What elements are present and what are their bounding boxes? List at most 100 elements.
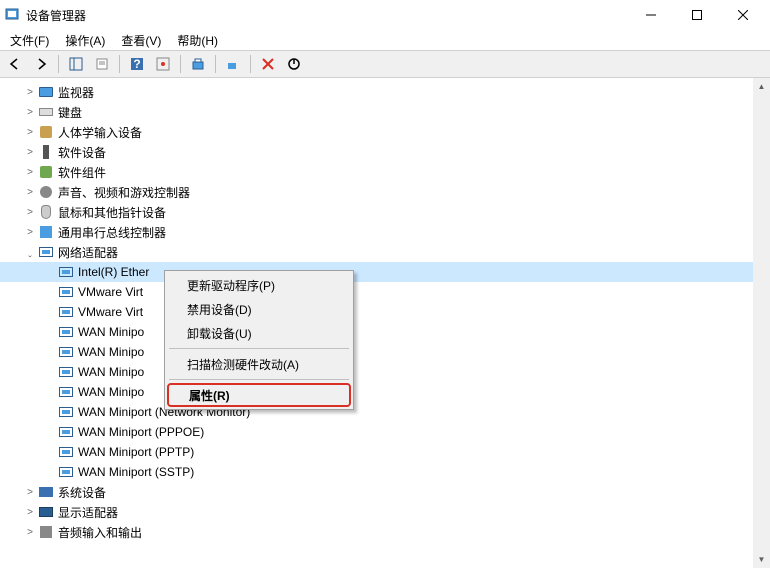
tree-category[interactable]: >软件设备 [0, 142, 770, 162]
expand-icon[interactable]: > [22, 524, 38, 540]
scroll-up-arrow[interactable]: ▲ [753, 78, 770, 95]
tree-device-label: VMware Virt [78, 305, 143, 319]
expand-icon[interactable]: > [22, 104, 38, 120]
net-icon [58, 304, 74, 320]
audio-icon [38, 524, 54, 540]
close-button[interactable] [720, 0, 766, 30]
tree-category-label: 声音、视频和游戏控制器 [58, 184, 190, 201]
tree-category-label: 通用串行总线控制器 [58, 224, 166, 241]
context-menu: 更新驱动程序(P) 禁用设备(D) 卸载设备(U) 扫描检测硬件改动(A) 属性(R) [164, 270, 354, 410]
expand-icon[interactable]: > [22, 484, 38, 500]
window-title: 设备管理器 [26, 7, 628, 24]
tree-category[interactable]: >监视器 [0, 82, 770, 102]
tree-category-label: 鼠标和其他指针设备 [58, 204, 166, 221]
tree-device-label: WAN Minipo [78, 365, 144, 379]
net-icon [58, 344, 74, 360]
svg-text:?: ? [133, 57, 140, 71]
properties-button[interactable] [91, 53, 113, 75]
net-icon [58, 384, 74, 400]
update-driver-button[interactable] [187, 53, 209, 75]
expand-icon[interactable]: > [22, 204, 38, 220]
tree-category[interactable]: > 通用串行总线控制器 [0, 222, 770, 242]
menu-view[interactable]: 查看(V) [113, 31, 169, 50]
menu-help[interactable]: 帮助(H) [169, 31, 226, 50]
context-menu-item-label: 卸载设备(U) [187, 325, 252, 342]
context-menu-item[interactable]: 属性(R) [167, 383, 351, 407]
tree-device[interactable]: Intel(R) Ether [0, 262, 770, 282]
expand-icon[interactable]: > [22, 224, 38, 240]
tree-device-label: WAN Miniport (PPPOE) [78, 425, 204, 439]
tree-device[interactable]: WAN Minipo [0, 382, 770, 402]
hid-icon [38, 124, 54, 140]
forward-button[interactable] [30, 53, 52, 75]
net-icon [58, 364, 74, 380]
tree-device[interactable]: WAN Miniport (Network Monitor) [0, 402, 770, 422]
minimize-button[interactable] [628, 0, 674, 30]
expand-icon[interactable]: > [22, 184, 38, 200]
toolbar-separator [58, 55, 59, 73]
tree-category[interactable]: > 软件组件 [0, 162, 770, 182]
keyboard-icon [38, 104, 54, 120]
tree-category[interactable]: > 人体学输入设备 [0, 122, 770, 142]
tree-device-label: WAN Minipo [78, 385, 144, 399]
context-menu-item[interactable]: 禁用设备(D) [167, 297, 351, 321]
tree-device[interactable]: WAN Miniport (SSTP) [0, 462, 770, 482]
monitor-icon [38, 84, 54, 100]
expand-icon[interactable]: > [22, 124, 38, 140]
tree-device[interactable]: VMware Virt [0, 302, 770, 322]
collapse-icon[interactable]: ˬ [22, 244, 38, 260]
sys-icon [38, 484, 54, 500]
context-menu-item[interactable]: 扫描检测硬件改动(A) [167, 352, 351, 376]
tree-category-label: 软件组件 [58, 164, 106, 181]
context-menu-item-label: 扫描检测硬件改动(A) [187, 356, 299, 373]
mouse-icon [38, 204, 54, 220]
back-button[interactable] [4, 53, 26, 75]
tree-category[interactable]: >系统设备 [0, 482, 770, 502]
expand-icon[interactable]: > [22, 84, 38, 100]
tree-device-label: VMware Virt [78, 285, 143, 299]
display-icon [38, 504, 54, 520]
device-tree[interactable]: >监视器>键盘>人体学输入设备>软件设备>软件组件>声音、视频和游戏控制器>鼠标… [0, 78, 770, 568]
action-button[interactable] [152, 53, 174, 75]
toolbar-separator [180, 55, 181, 73]
context-menu-item[interactable]: 更新驱动程序(P) [167, 273, 351, 297]
tree-category[interactable]: >音频输入和输出 [0, 522, 770, 542]
tree-category[interactable]: > 鼠标和其他指针设备 [0, 202, 770, 222]
context-menu-separator [169, 348, 349, 349]
tree-category[interactable]: > 声音、视频和游戏控制器 [0, 182, 770, 202]
tree-device[interactable]: WAN Minipo [0, 362, 770, 382]
show-hide-tree-button[interactable] [65, 53, 87, 75]
toolbar-separator [215, 55, 216, 73]
tree-category-label: 键盘 [58, 104, 82, 121]
scroll-down-arrow[interactable]: ▼ [753, 551, 770, 568]
menu-file[interactable]: 文件(F) [2, 31, 57, 50]
vertical-scrollbar[interactable]: ▲ ▼ [753, 78, 770, 568]
tree-category[interactable]: > 键盘 [0, 102, 770, 122]
uninstall-button[interactable] [257, 53, 279, 75]
toolbar: ? [0, 50, 770, 78]
expand-icon[interactable]: > [22, 144, 38, 160]
context-menu-item-label: 更新驱动程序(P) [187, 277, 275, 294]
toolbar-separator [119, 55, 120, 73]
puzzle-icon [38, 164, 54, 180]
tree-category-label: 人体学输入设备 [58, 124, 142, 141]
menu-action[interactable]: 操作(A) [57, 31, 113, 50]
maximize-button[interactable] [674, 0, 720, 30]
context-menu-item[interactable]: 卸载设备(U) [167, 321, 351, 345]
tree-device[interactable]: WAN Minipo [0, 342, 770, 362]
scan-hardware-button[interactable] [222, 53, 244, 75]
disable-button[interactable] [283, 53, 305, 75]
expand-icon[interactable]: > [22, 164, 38, 180]
toolbar-separator [250, 55, 251, 73]
tree-device[interactable]: WAN Minipo [0, 322, 770, 342]
tree-device-label: Intel(R) Ether [78, 265, 149, 279]
tree-device[interactable]: WAN Miniport (PPTP) [0, 442, 770, 462]
expand-icon[interactable]: > [22, 504, 38, 520]
tree-category[interactable]: >显示适配器 [0, 502, 770, 522]
tree-device[interactable]: WAN Miniport (PPPOE) [0, 422, 770, 442]
help-button[interactable]: ? [126, 53, 148, 75]
tree-device[interactable]: VMware Virt [0, 282, 770, 302]
tree-category[interactable]: ˬ网络适配器 [0, 242, 770, 262]
net-icon [58, 404, 74, 420]
window-controls [628, 0, 766, 30]
